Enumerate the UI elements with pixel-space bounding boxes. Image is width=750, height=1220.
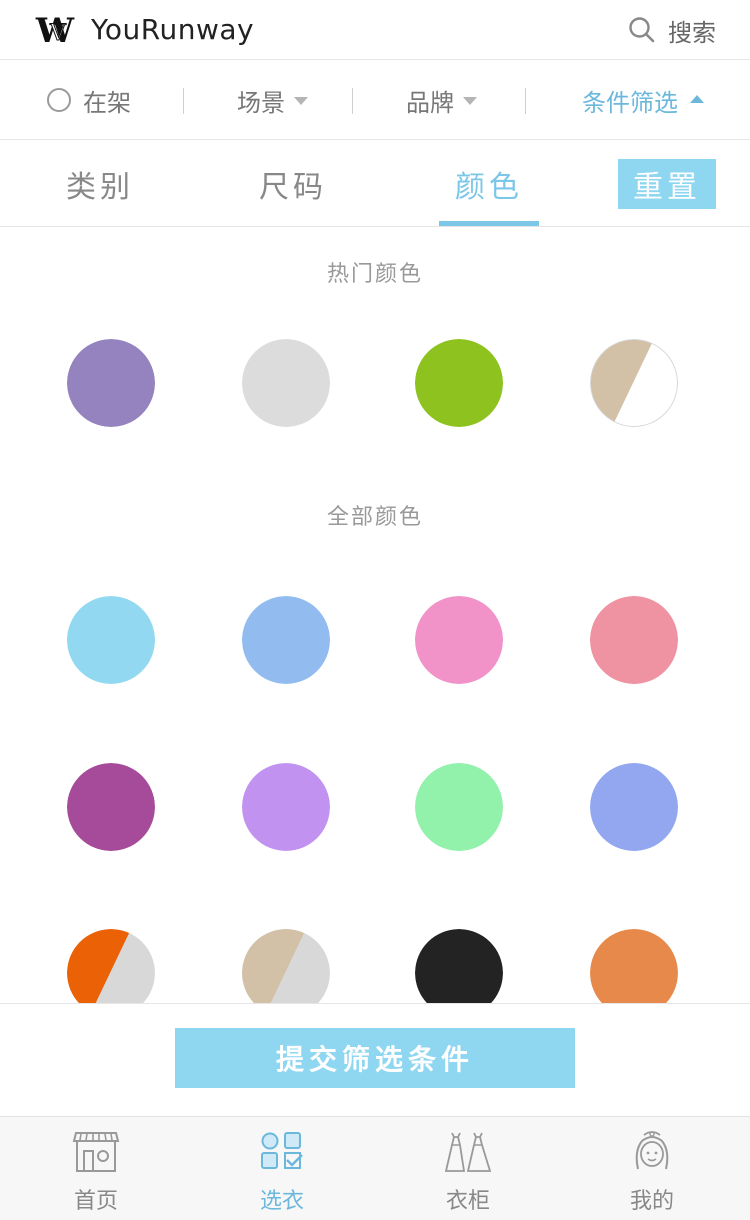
caret-up-icon <box>690 95 704 103</box>
submit-area: 提交筛选条件 <box>0 1003 750 1116</box>
caret-down-icon <box>294 97 308 105</box>
color-swatch-2[interactable] <box>242 596 330 684</box>
scene-dropdown[interactable]: 场景 <box>237 60 308 140</box>
nav-item-profile[interactable]: 我的 <box>592 1117 712 1220</box>
tab-color[interactable]: 颜色 <box>439 140 539 227</box>
search-button[interactable]: 搜索 <box>628 12 716 48</box>
brand-dropdown[interactable]: 品牌 <box>406 60 477 140</box>
in-stock-label: 在架 <box>83 88 131 117</box>
color-swatch-3[interactable] <box>415 596 503 684</box>
divider <box>352 88 353 114</box>
color-swatch-12[interactable] <box>590 929 678 1003</box>
color-swatch-9[interactable] <box>67 929 155 1003</box>
filter-bar: 在架 场景 品牌 条件筛选 <box>0 60 750 140</box>
app-header: W V YouRunway 搜索 <box>0 0 750 60</box>
color-swatch-1[interactable] <box>67 596 155 684</box>
nav-label-select: 选衣 <box>259 1189 304 1214</box>
divider <box>525 88 526 114</box>
radio-circle-icon[interactable] <box>47 88 71 112</box>
app-title: YouRunway <box>91 13 255 46</box>
color-swatch-6[interactable] <box>242 763 330 851</box>
storefront-icon <box>72 1132 120 1172</box>
nav-item-select[interactable]: 选衣 <box>222 1117 342 1220</box>
in-stock-toggle[interactable]: 在架 <box>47 60 131 140</box>
svg-text:V: V <box>49 21 67 46</box>
color-swatch-5[interactable] <box>67 763 155 851</box>
scene-label: 场景 <box>237 88 285 117</box>
conditions-label: 条件筛选 <box>582 88 678 117</box>
nav-label-profile: 我的 <box>629 1189 674 1214</box>
submit-filter-button[interactable]: 提交筛选条件 <box>175 1028 575 1088</box>
caret-down-icon <box>463 97 477 105</box>
yourunway-logo-icon[interactable]: W V <box>34 12 76 48</box>
nav-item-home[interactable]: 首页 <box>36 1117 156 1220</box>
hot-colors-title: 热门颜色 <box>326 262 423 287</box>
hot-color-swatch-3[interactable] <box>415 339 503 427</box>
nav-item-wardrobe[interactable]: 衣柜 <box>408 1117 528 1220</box>
hot-color-swatch-4[interactable] <box>590 339 678 427</box>
hot-color-swatch-2[interactable] <box>242 339 330 427</box>
all-colors-title: 全部颜色 <box>326 505 423 530</box>
hot-color-swatch-1[interactable] <box>67 339 155 427</box>
color-list[interactable]: 热门颜色 全部颜色 <box>0 228 750 1003</box>
divider <box>183 88 184 114</box>
brand-label: 品牌 <box>406 88 454 117</box>
nav-label-home: 首页 <box>73 1189 118 1214</box>
nav-label-wardrobe: 衣柜 <box>445 1189 490 1214</box>
grid-select-icon <box>261 1132 303 1169</box>
bottom-nav: 首页 选衣 衣柜 我的 <box>0 1116 750 1220</box>
tab-category[interactable]: 类别 <box>50 140 150 227</box>
search-icon <box>629 17 655 43</box>
profile-girl-icon <box>635 1131 669 1170</box>
tab-size[interactable]: 尺码 <box>243 140 343 227</box>
color-swatch-8[interactable] <box>590 763 678 851</box>
color-swatch-11[interactable] <box>415 929 503 1003</box>
active-tab-indicator <box>439 221 539 226</box>
dresses-icon <box>444 1132 492 1172</box>
color-swatch-4[interactable] <box>590 596 678 684</box>
color-swatch-10[interactable] <box>242 929 330 1003</box>
color-swatch-7[interactable] <box>415 763 503 851</box>
search-label: 搜索 <box>668 18 716 47</box>
reset-button[interactable]: 重置 <box>618 159 716 209</box>
conditions-filter-dropdown[interactable]: 条件筛选 <box>582 60 704 140</box>
